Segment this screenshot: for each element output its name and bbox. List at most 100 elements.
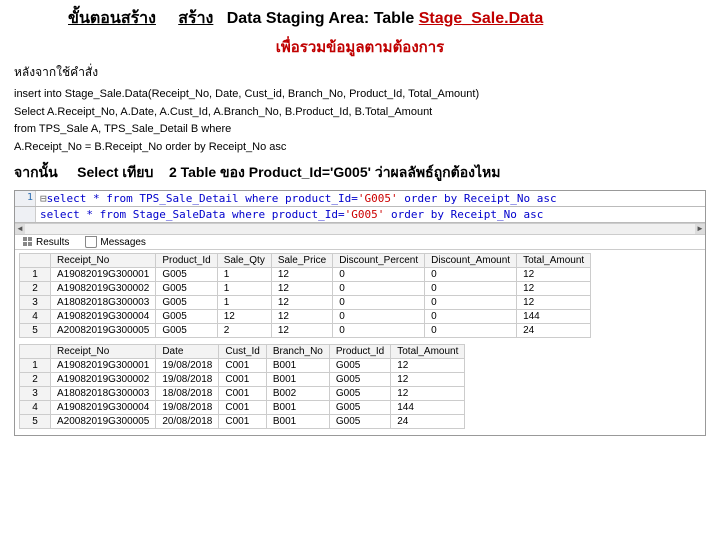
sql-query-1[interactable]: ⊟select * from TPS_Sale_Detail where pro…	[36, 191, 705, 206]
cell: 12	[391, 373, 465, 387]
cell: G005	[329, 387, 390, 401]
col-header: Date	[156, 345, 219, 359]
col-header: Discount_Percent	[333, 254, 425, 268]
instr-a: จากนั้น	[14, 164, 58, 180]
line-gutter: 1	[15, 191, 36, 206]
cell: 1	[217, 296, 271, 310]
row-number: 5	[20, 415, 51, 429]
cell: B001	[266, 415, 329, 429]
sql-query-2[interactable]: select * from Stage_SaleData where produ…	[36, 207, 705, 222]
sql-line: from TPS_Sale A, TPS_Sale_Detail B where	[14, 121, 706, 139]
cell: 18/08/2018	[156, 387, 219, 401]
results-table-1: Receipt_NoProduct_IdSale_QtySale_PriceDi…	[19, 253, 591, 338]
instr-c: 2 Table ของ Product_Id='G005' ว่าผลลัพธ์…	[169, 164, 501, 180]
col-header: Branch_No	[266, 345, 329, 359]
scroll-right-icon[interactable]: ►	[695, 224, 705, 234]
col-header: Receipt_No	[51, 345, 156, 359]
cell: 12	[517, 268, 591, 282]
col-header	[20, 345, 51, 359]
row-number: 4	[20, 310, 51, 324]
cell: G005	[329, 359, 390, 373]
cell: A19082019G300002	[51, 282, 156, 296]
message-icon	[85, 236, 97, 248]
table-row[interactable]: 4A19082019G300004G005121200144	[20, 310, 591, 324]
cell: 12	[517, 296, 591, 310]
row-number: 2	[20, 373, 51, 387]
table-row[interactable]: 1A19082019G300001G0051120012	[20, 268, 591, 282]
col-header: Total_Amount	[517, 254, 591, 268]
table-row[interactable]: 3A18082018G30000318/08/2018C001B002G0051…	[20, 387, 465, 401]
scroll-left-icon[interactable]: ◄	[15, 224, 25, 234]
table-row[interactable]: 1A19082019G30000119/08/2018C001B001G0051…	[20, 359, 465, 373]
cell: 12	[517, 282, 591, 296]
cell: B001	[266, 359, 329, 373]
cell: 12	[271, 282, 332, 296]
horizontal-scrollbar[interactable]: ◄ ►	[15, 223, 705, 235]
sql-query-row: 1 ⊟select * from TPS_Sale_Detail where p…	[15, 191, 705, 207]
cell: G005	[156, 268, 217, 282]
cell: A19082019G300001	[51, 268, 156, 282]
cell: A19082019G300004	[51, 401, 156, 415]
title-part-b: สร้าง	[178, 10, 213, 27]
table-row[interactable]: 4A19082019G30000419/08/2018C001B001G0051…	[20, 401, 465, 415]
cell: 12	[271, 324, 332, 338]
cell: 0	[333, 296, 425, 310]
after-sql-label: หลังจากใช้คำสั่ง	[8, 63, 712, 82]
row-number: 1	[20, 359, 51, 373]
cell: A18082018G300003	[51, 387, 156, 401]
page-title: ขั้นตอนสร้าง สร้าง Data Staging Area: Ta…	[8, 4, 712, 33]
sql-editor: 1 ⊟select * from TPS_Sale_Detail where p…	[14, 190, 706, 436]
cell: 1	[217, 268, 271, 282]
cell: A20082019G300005	[51, 415, 156, 429]
cell: 0	[425, 268, 517, 282]
cell: A19082019G300002	[51, 373, 156, 387]
col-header: Discount_Amount	[425, 254, 517, 268]
sql-line: A.Receipt_No = B.Receipt_No order by Rec…	[14, 139, 706, 157]
sql-line: Select A.Receipt_No, A.Date, A.Cust_Id, …	[14, 104, 706, 122]
cell: G005	[329, 401, 390, 415]
page-subtitle: เพื่อรวมข้อมูลตามต้องการ	[8, 33, 712, 61]
cell: C001	[219, 387, 266, 401]
cell: B001	[266, 373, 329, 387]
table-row[interactable]: 5A20082019G300005G0052120024	[20, 324, 591, 338]
row-number: 4	[20, 401, 51, 415]
cell: 144	[517, 310, 591, 324]
cell: 0	[333, 282, 425, 296]
cell: A19082019G300004	[51, 310, 156, 324]
tab-label: Messages	[100, 237, 146, 248]
result-tabs: Results Messages	[15, 235, 705, 250]
cell: C001	[219, 359, 266, 373]
tab-results[interactable]: Results	[15, 235, 77, 249]
tab-messages[interactable]: Messages	[77, 235, 154, 249]
cell: G005	[156, 310, 217, 324]
col-header: Cust_Id	[219, 345, 266, 359]
col-header: Sale_Price	[271, 254, 332, 268]
tab-label: Results	[36, 237, 69, 248]
table-row[interactable]: 2A19082019G30000219/08/2018C001B001G0051…	[20, 373, 465, 387]
cell: 12	[391, 359, 465, 373]
row-number: 1	[20, 268, 51, 282]
table-row[interactable]: 5A20082019G30000520/08/2018C001B001G0052…	[20, 415, 465, 429]
cell: C001	[219, 415, 266, 429]
cell: G005	[329, 373, 390, 387]
col-header: Product_Id	[329, 345, 390, 359]
col-header: Sale_Qty	[217, 254, 271, 268]
cell: 0	[425, 324, 517, 338]
cell: 0	[333, 324, 425, 338]
col-header: Receipt_No	[51, 254, 156, 268]
cell: A19082019G300001	[51, 359, 156, 373]
title-part-d: Stage_Sale.Data	[419, 10, 544, 27]
cell: 19/08/2018	[156, 373, 219, 387]
cell: 1	[217, 282, 271, 296]
cell: 12	[271, 296, 332, 310]
cell: 19/08/2018	[156, 401, 219, 415]
cell: 0	[425, 310, 517, 324]
cell: 12	[217, 310, 271, 324]
cell: 144	[391, 401, 465, 415]
cell: A20082019G300005	[51, 324, 156, 338]
col-header: Product_Id	[156, 254, 217, 268]
table-row[interactable]: 2A19082019G300002G0051120012	[20, 282, 591, 296]
compare-instruction: จากนั้น Select เทียบ 2 Table ของ Product…	[8, 162, 712, 184]
row-number: 3	[20, 387, 51, 401]
table-row[interactable]: 3A18082018G300003G0051120012	[20, 296, 591, 310]
